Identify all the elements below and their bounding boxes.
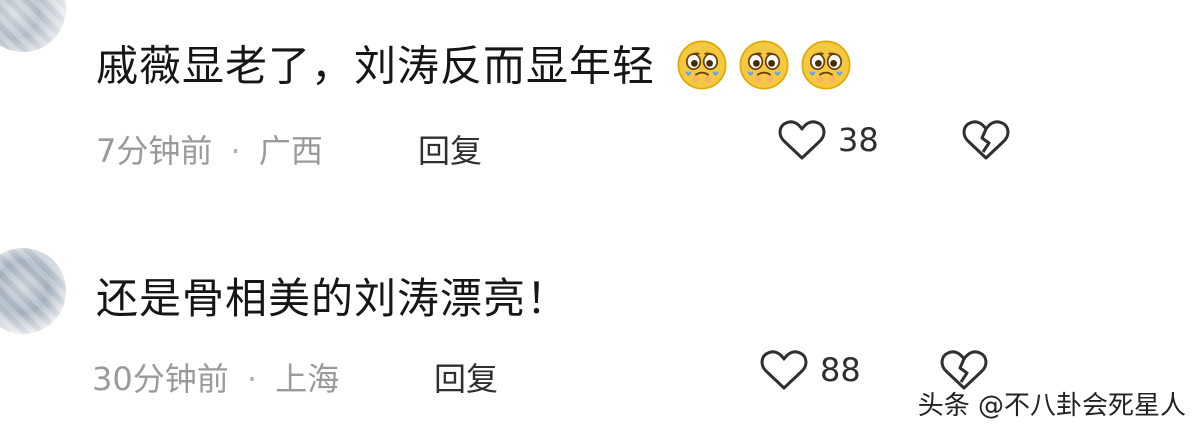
comment-item-1: 戚薇显老了，刘涛反而显年轻 7分钟前 · 广西 回复 38 (0, 0, 1202, 200)
comment-item-2: 还是骨相美的刘涛漂亮！ 30分钟前 · 上海 回复 88 (0, 230, 1202, 410)
comment-time: 30分钟前 (92, 360, 229, 398)
comment-text-content: 还是骨相美的刘涛漂亮！ (96, 274, 570, 323)
pleading-crying-face-emoji-icon (677, 40, 727, 90)
avatar[interactable] (0, 248, 66, 334)
comment-text: 还是骨相美的刘涛漂亮！ (96, 278, 569, 320)
emoji-group (675, 38, 853, 92)
pleading-crying-face-emoji-icon (739, 40, 789, 90)
comment-meta: 30分钟前 · 上海 (92, 354, 339, 400)
watermark: 头条 @不八卦会死星人 (917, 391, 1186, 421)
comment-location: 广西 (258, 132, 323, 170)
dislike-button[interactable] (962, 118, 1010, 166)
heart-outline-icon (760, 350, 808, 390)
comment-meta: 7分钟前 · 广西 (96, 126, 323, 172)
like-count: 38 (838, 121, 879, 159)
comment-text-content: 戚薇显老了，刘涛反而显年轻 (96, 41, 656, 91)
comment-location: 上海 (275, 360, 340, 398)
comment-time: 7分钟前 (96, 132, 213, 170)
reply-button[interactable]: 回复 (434, 354, 498, 400)
like-button[interactable]: 38 (778, 118, 879, 162)
like-button[interactable]: 88 (760, 348, 861, 392)
comment-text: 戚薇显老了，刘涛反而显年轻 (96, 40, 853, 96)
heart-outline-icon (778, 120, 826, 160)
reply-button[interactable]: 回复 (418, 126, 482, 172)
broken-heart-icon (962, 120, 1010, 160)
pleading-crying-face-emoji-icon (801, 40, 851, 90)
like-count: 88 (820, 351, 861, 389)
avatar[interactable] (0, 0, 66, 52)
meta-separator: · (246, 360, 258, 398)
meta-separator: · (230, 132, 241, 170)
